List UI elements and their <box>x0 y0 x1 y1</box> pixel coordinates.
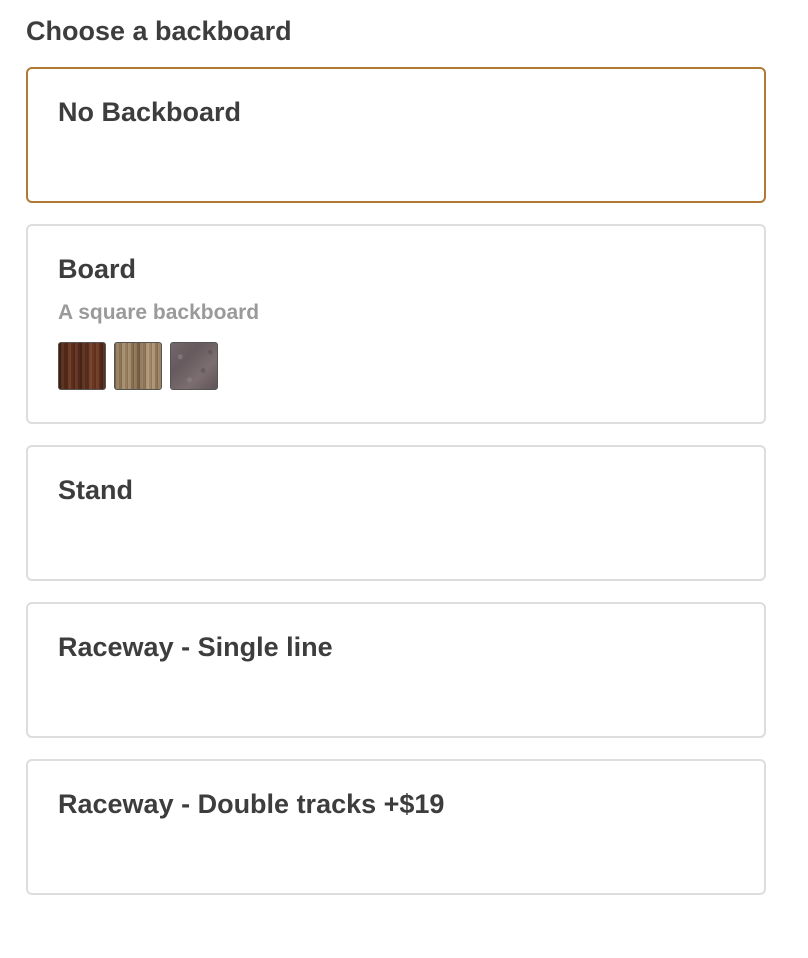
option-title: Raceway - Single line <box>58 632 333 662</box>
option-description: A square backboard <box>58 301 260 324</box>
option-board[interactable]: Board A square backboard <box>26 224 766 424</box>
option-title: Board <box>58 254 137 284</box>
finish-swatches <box>58 342 218 390</box>
dark-wood-swatch[interactable] <box>58 342 106 390</box>
option-title: Stand <box>58 475 134 505</box>
option-raceway-double[interactable]: Raceway - Double tracks +$19 <box>26 759 766 895</box>
option-title: Raceway - Double tracks +$19 <box>58 789 445 819</box>
grey-stone-swatch[interactable] <box>170 342 218 390</box>
page-title: Choose a backboard <box>26 16 292 46</box>
option-raceway-single[interactable]: Raceway - Single line <box>26 602 766 738</box>
option-stand[interactable]: Stand <box>26 445 766 581</box>
option-no-backboard[interactable]: No Backboard <box>26 67 766 203</box>
light-wood-swatch[interactable] <box>114 342 162 390</box>
option-title: No Backboard <box>58 97 242 127</box>
